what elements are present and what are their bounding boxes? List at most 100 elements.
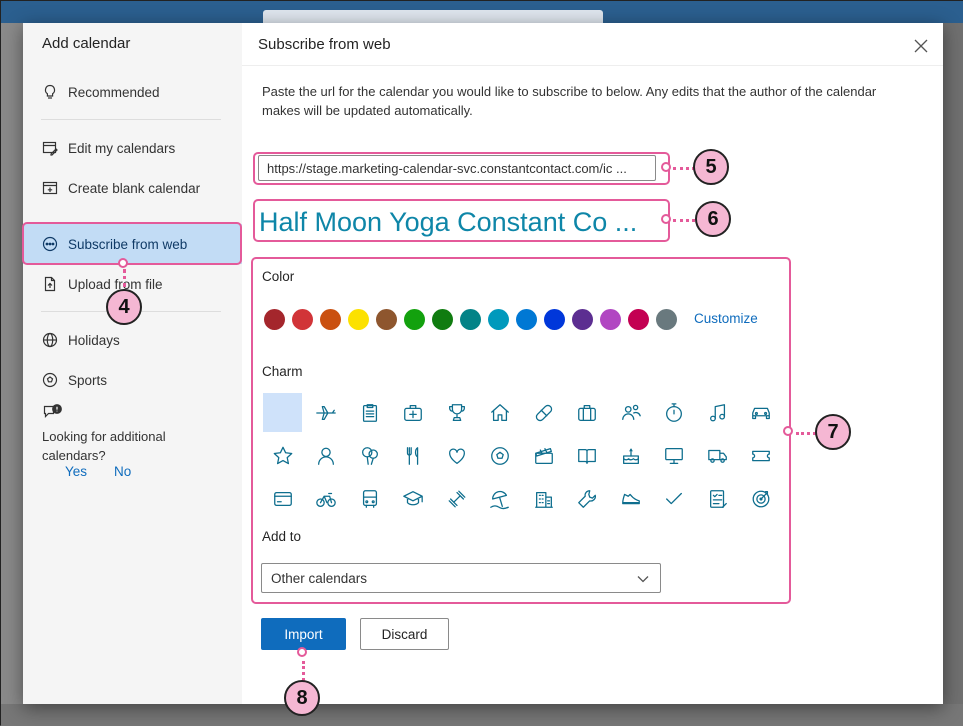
charm-book[interactable] xyxy=(568,436,607,475)
building-icon xyxy=(534,491,553,508)
close-button[interactable] xyxy=(910,35,932,57)
annotation-dot xyxy=(783,426,793,436)
customize-color-link[interactable]: Customize xyxy=(694,311,758,326)
color-swatch[interactable] xyxy=(348,309,369,330)
charm-bus[interactable] xyxy=(350,479,389,518)
charm-truck[interactable] xyxy=(698,436,737,475)
sidebar-item-recommended[interactable]: Recommended xyxy=(23,72,242,112)
close-icon xyxy=(914,39,928,53)
color-swatch[interactable] xyxy=(404,309,425,330)
sidebar-item-subscribe-from-web[interactable]: Subscribe from web xyxy=(23,224,242,264)
book-icon xyxy=(578,448,596,464)
calendar-url-input[interactable]: https://stage.marketing-calendar-svc.con… xyxy=(258,155,656,181)
description-text: Paste the url for the calendar you would… xyxy=(262,84,877,118)
sports-ball-icon xyxy=(41,372,59,388)
monitor-icon xyxy=(665,447,683,464)
charm-medical-kit[interactable] xyxy=(394,393,433,432)
charm-home[interactable] xyxy=(481,393,520,432)
header-divider xyxy=(242,65,943,66)
charm-checkmark[interactable] xyxy=(655,479,694,518)
charm-credit-card[interactable] xyxy=(263,479,302,518)
people-icon xyxy=(621,404,641,420)
color-swatch[interactable] xyxy=(264,309,285,330)
truck-icon xyxy=(707,449,727,463)
annotation-dot xyxy=(118,258,128,268)
charm-clapperboard[interactable] xyxy=(524,436,563,475)
soccer-ball-icon xyxy=(491,446,509,465)
file-upload-icon xyxy=(41,276,59,292)
color-swatch[interactable] xyxy=(292,309,313,330)
color-swatch[interactable] xyxy=(656,309,677,330)
color-swatch[interactable] xyxy=(488,309,509,330)
charm-monitor[interactable] xyxy=(655,436,694,475)
home-icon xyxy=(491,403,509,421)
color-swatch[interactable] xyxy=(628,309,649,330)
charm-beach[interactable] xyxy=(481,479,520,518)
bus-icon xyxy=(362,489,377,508)
color-swatch[interactable] xyxy=(460,309,481,330)
annotation-connector xyxy=(673,167,695,170)
charm-trophy[interactable] xyxy=(437,393,476,432)
color-swatch[interactable] xyxy=(432,309,453,330)
charm-ticket[interactable] xyxy=(742,436,781,475)
sidebar-item-label: Recommended xyxy=(68,84,160,100)
target-icon xyxy=(752,490,770,507)
charm-briefcase[interactable] xyxy=(568,393,607,432)
cake-icon xyxy=(622,447,639,464)
charm-wrench[interactable] xyxy=(568,479,607,518)
subscribe-from-web-panel: Subscribe from web Paste the url for the… xyxy=(242,23,943,704)
charm-none[interactable] xyxy=(263,393,302,432)
sidebar-item-sports[interactable]: Sports xyxy=(23,360,242,400)
calendar-name-input[interactable]: Half Moon Yoga Constant Co ... xyxy=(259,205,657,239)
color-swatches xyxy=(264,309,684,330)
charm-graduation-cap[interactable] xyxy=(394,479,433,518)
color-swatch[interactable] xyxy=(320,309,341,330)
add-to-value: Other calendars xyxy=(271,571,368,586)
stopwatch-icon xyxy=(666,402,682,422)
color-swatch[interactable] xyxy=(572,309,593,330)
charm-dumbbell[interactable] xyxy=(437,479,476,518)
charm-airplane[interactable] xyxy=(307,393,346,432)
charm-task-list[interactable] xyxy=(698,479,737,518)
charm-pill[interactable] xyxy=(524,393,563,432)
charm-fork-knife[interactable] xyxy=(394,436,433,475)
color-swatch[interactable] xyxy=(544,309,565,330)
color-swatch[interactable] xyxy=(516,309,537,330)
charm-clipboard[interactable] xyxy=(350,393,389,432)
color-swatch[interactable] xyxy=(376,309,397,330)
charm-car[interactable] xyxy=(742,393,781,432)
charm-building[interactable] xyxy=(524,479,563,518)
charm-person[interactable] xyxy=(307,436,346,475)
sidebar-item-edit-my-calendars[interactable]: Edit my calendars xyxy=(23,128,242,168)
charm-soccer-ball[interactable] xyxy=(481,436,520,475)
charm-music[interactable] xyxy=(698,393,737,432)
heart-icon xyxy=(448,447,465,464)
charm-cake[interactable] xyxy=(611,436,650,475)
sidebar-title: Add calendar xyxy=(42,35,131,52)
discard-button[interactable]: Discard xyxy=(360,618,449,650)
charm-bicycle[interactable] xyxy=(307,479,346,518)
charm-balloons[interactable] xyxy=(350,436,389,475)
annotation-badge-8: 8 xyxy=(284,680,320,716)
sidebar-item-label: Holidays xyxy=(68,332,120,348)
import-button[interactable]: Import xyxy=(261,618,346,650)
checkmark-icon xyxy=(666,492,682,504)
credit-card-icon xyxy=(273,491,292,506)
yes-link[interactable]: Yes xyxy=(65,464,87,479)
charm-people[interactable] xyxy=(611,393,650,432)
sidebar-divider xyxy=(41,119,221,120)
add-to-select[interactable]: Other calendars xyxy=(261,563,661,593)
lightbulb-icon xyxy=(41,84,59,100)
color-swatch[interactable] xyxy=(600,309,621,330)
annotation-dot xyxy=(661,214,671,224)
charm-target[interactable] xyxy=(742,479,781,518)
charm-stopwatch[interactable] xyxy=(655,393,694,432)
sidebar-item-holidays[interactable]: Holidays xyxy=(23,320,242,360)
charm-running-shoe[interactable] xyxy=(611,479,650,518)
fork-knife-icon xyxy=(406,446,419,465)
charm-star[interactable] xyxy=(263,436,302,475)
sidebar-item-create-blank-calendar[interactable]: Create blank calendar xyxy=(23,168,242,208)
charm-heart[interactable] xyxy=(437,436,476,475)
calendar-add-icon xyxy=(41,180,59,196)
no-link[interactable]: No xyxy=(114,464,131,479)
